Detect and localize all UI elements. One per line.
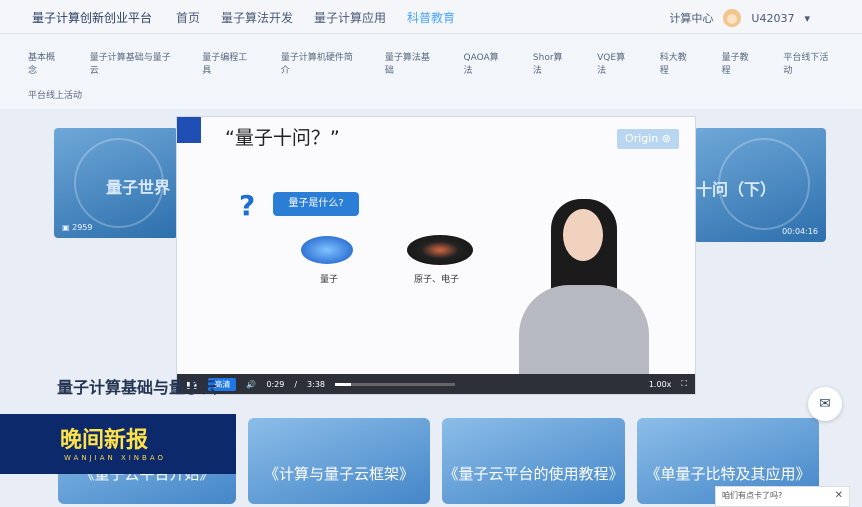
- subnav-item[interactable]: 基本概念: [28, 50, 62, 76]
- subnav-item[interactable]: Shor算法: [533, 50, 569, 76]
- nav-algorithm-dev[interactable]: 量子算法开发: [221, 9, 293, 26]
- avatar[interactable]: [723, 9, 742, 27]
- speed-button[interactable]: 1.00x: [649, 380, 672, 389]
- chat-popup[interactable]: 咱们有点卡了吗? ✕: [715, 486, 850, 507]
- course-card[interactable]: 《计算与量子云框架》: [248, 418, 430, 504]
- compute-center-link[interactable]: 计算中心: [669, 10, 713, 26]
- top-bar: 量子计算创新创业平台 首页 量子算法开发 量子计算应用 科普教育 计算中心 U4…: [0, 0, 862, 34]
- play-icon: ▣: [62, 223, 73, 232]
- subnav-item[interactable]: 平台线下活动: [783, 50, 834, 76]
- question-mark-icon: ?: [239, 189, 256, 222]
- origin-badge: Origin ⊗: [617, 129, 679, 149]
- chevron-down-icon[interactable]: ▾: [804, 12, 810, 25]
- nav-home[interactable]: 首页: [176, 9, 200, 26]
- subnav-item[interactable]: VQE算法: [597, 50, 632, 76]
- course-title: 《量子云平台的使用教程》: [443, 465, 624, 483]
- subnav-item[interactable]: 科大教程: [660, 50, 694, 76]
- course-title: 《计算与量子云框架》: [263, 465, 414, 483]
- logo-title: 晚间新报: [60, 428, 149, 453]
- tv-station-logo: 晚间新报 WANJIAN XINBAO: [0, 414, 236, 474]
- presenter-figure: [507, 199, 657, 379]
- video-card-right[interactable]: 十问（下） 00:04:16: [694, 128, 826, 242]
- fullscreen-icon[interactable]: ⛶: [681, 379, 687, 389]
- duration: 00:04:16: [782, 227, 818, 236]
- mail-icon[interactable]: ✉: [808, 387, 842, 421]
- label-atom: 原子、电子: [414, 275, 460, 285]
- nav-applications[interactable]: 量子计算应用: [314, 9, 386, 26]
- card-title: 量子世界: [106, 178, 171, 197]
- title-marker: [177, 117, 201, 143]
- time-total: 3:38: [307, 379, 326, 389]
- video-controls: ❚❚ 高清 🔊 0:29 / 3:38 1.00x ⛶: [177, 374, 695, 394]
- label-quantum: 量子: [320, 275, 339, 285]
- view-count: ▣ 2959: [62, 223, 93, 232]
- speech-bubble: 量子是什么?: [273, 192, 359, 216]
- course-card[interactable]: 《量子云平台的使用教程》: [442, 418, 625, 504]
- user-area: 计算中心 U42037 ▾: [669, 9, 810, 27]
- close-circle-icon: ⊗: [661, 132, 671, 145]
- logo-subtitle: WANJIAN XINBAO: [64, 454, 167, 462]
- subnav-item-online[interactable]: 平台线上活动: [28, 88, 82, 101]
- volume-icon[interactable]: 🔊: [246, 380, 256, 389]
- progress-fill: [335, 382, 351, 386]
- username[interactable]: U42037: [751, 12, 794, 25]
- time-separator: /: [294, 379, 298, 389]
- nav-education[interactable]: 科普教育: [407, 9, 455, 26]
- subnav-item[interactable]: 量子教程: [722, 50, 756, 76]
- atom-image: [407, 235, 473, 265]
- section-title: 量子计算基础与量子云: [57, 378, 218, 397]
- subnav-item[interactable]: 量子计算基础与量子云: [90, 50, 174, 76]
- course-title: 《单量子比特及其应用》: [645, 465, 811, 483]
- subnav-item[interactable]: 量子计算机硬件简介: [281, 50, 357, 76]
- subnav-item[interactable]: 量子编程工具: [202, 50, 253, 76]
- video-title: “量子十问？”: [225, 127, 340, 149]
- time-current: 0:29: [266, 379, 285, 389]
- sub-nav: 基本概念 量子计算基础与量子云 量子编程工具 量子计算机硬件简介 量子算法基础 …: [0, 34, 862, 109]
- close-icon[interactable]: ✕: [835, 490, 843, 501]
- brand-title[interactable]: 量子计算创新创业平台: [32, 9, 152, 26]
- subnav-item[interactable]: 量子算法基础: [385, 50, 436, 76]
- subnav-row: 基本概念 量子计算基础与量子云 量子编程工具 量子计算机硬件简介 量子算法基础 …: [28, 50, 862, 76]
- card-title: 十问（下）: [696, 180, 777, 199]
- progress-bar[interactable]: [335, 382, 456, 386]
- video-player[interactable]: “量子十问？” Origin ⊗ ? 量子是什么? 量子 原子、电子 ❚❚ 高清…: [177, 117, 695, 394]
- main-nav: 首页 量子算法开发 量子计算应用 科普教育: [176, 9, 455, 26]
- subnav-item[interactable]: QAOA算法: [464, 50, 505, 76]
- quantum-image: [301, 236, 353, 264]
- video-card-left[interactable]: 量子世界 ▣ 2959: [54, 128, 178, 238]
- chat-text: 咱们有点卡了吗?: [722, 491, 783, 500]
